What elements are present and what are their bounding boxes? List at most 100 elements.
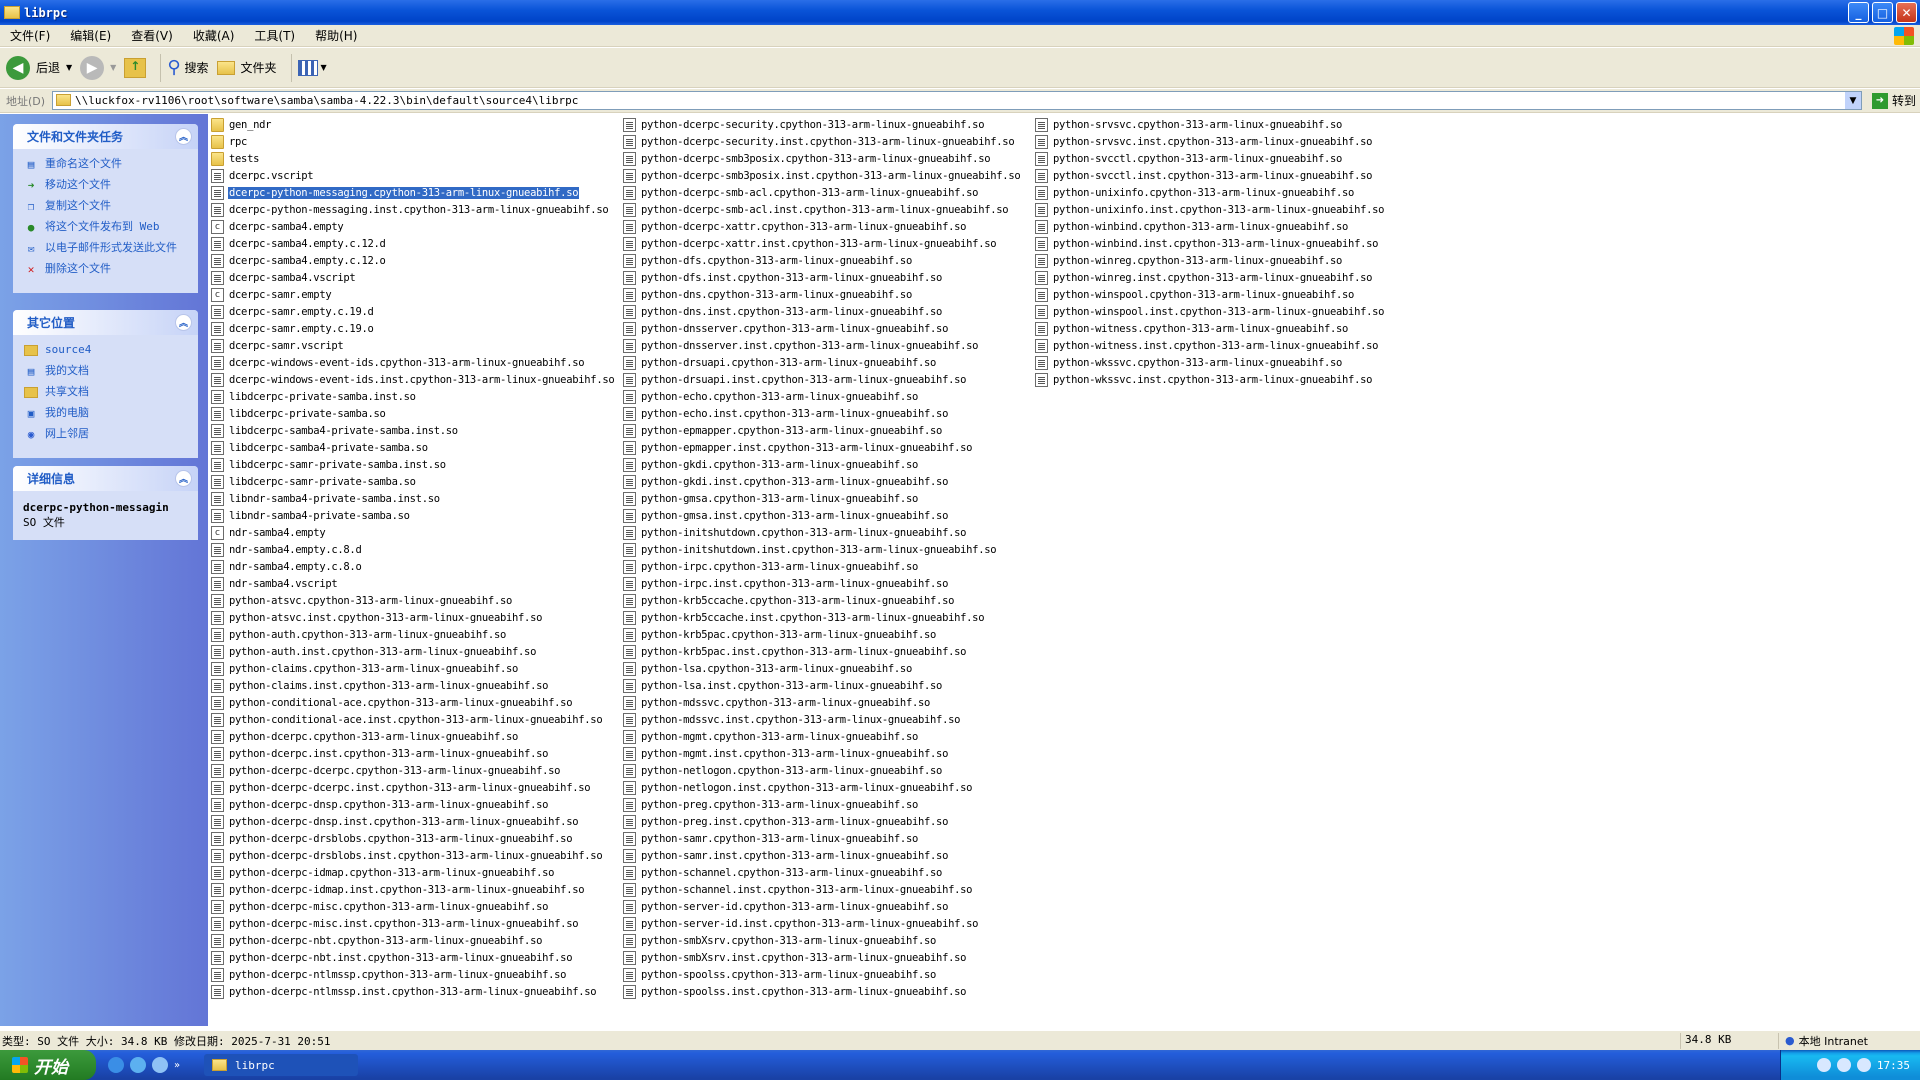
file-item[interactable]: python-gmsa.inst.cpython-313-arm-linux-g… [623, 507, 949, 524]
place-my-documents[interactable]: ▤ 我的文档 [23, 364, 188, 378]
file-item[interactable]: python-dcerpc-misc.inst.cpython-313-arm-… [211, 915, 579, 932]
place-network[interactable]: ◉ 网上邻居 [23, 427, 188, 441]
file-item[interactable]: python-conditional-ace.cpython-313-arm-l… [211, 694, 573, 711]
file-item[interactable]: dcerpc-samr.vscript [211, 337, 344, 354]
details-header[interactable]: 详细信息 ︽ [13, 466, 198, 491]
file-item[interactable]: python-krb5ccache.cpython-313-arm-linux-… [623, 592, 955, 609]
file-item[interactable]: python-gkdi.inst.cpython-313-arm-linux-g… [623, 473, 949, 490]
collapse-icon[interactable]: ︽ [175, 470, 192, 487]
file-item[interactable]: python-atsvc.inst.cpython-313-arm-linux-… [211, 609, 543, 626]
file-item[interactable]: c ndr-samba4.empty [211, 524, 326, 541]
forward-button[interactable]: ▶ ▼ [80, 55, 116, 80]
file-item[interactable]: python-unixinfo.inst.cpython-313-arm-lin… [1035, 201, 1385, 218]
file-item[interactable]: ndr-samba4.empty.c.8.o [211, 558, 362, 575]
file-item[interactable]: python-auth.cpython-313-arm-linux-gnueab… [211, 626, 507, 643]
maximize-button[interactable]: □ [1872, 2, 1893, 23]
file-item[interactable]: libdcerpc-samba4-private-samba.so [211, 439, 429, 456]
file-item[interactable]: c dcerpc-samba4.empty [211, 218, 344, 235]
file-item[interactable]: python-irpc.inst.cpython-313-arm-linux-g… [623, 575, 949, 592]
file-item[interactable]: python-dnsserver.inst.cpython-313-arm-li… [623, 337, 979, 354]
file-item[interactable]: python-srvsvc.cpython-313-arm-linux-gnue… [1035, 116, 1343, 133]
file-item[interactable]: python-server-id.inst.cpython-313-arm-li… [623, 915, 979, 932]
file-item[interactable]: libndr-samba4-private-samba.inst.so [211, 490, 441, 507]
file-item[interactable]: python-preg.cpython-313-arm-linux-gnueab… [623, 796, 919, 813]
tray-icon[interactable] [1836, 1058, 1851, 1072]
file-item[interactable]: python-gkdi.cpython-313-arm-linux-gnueab… [623, 456, 919, 473]
go-button[interactable]: ➜ 转到 [1871, 92, 1916, 109]
file-item[interactable]: python-spoolss.inst.cpython-313-arm-linu… [623, 983, 967, 1000]
publish-web-link[interactable]: ● 将这个文件发布到 Web [23, 220, 188, 234]
tray-icon[interactable] [1816, 1058, 1831, 1072]
file-item[interactable]: python-winspool.cpython-313-arm-linux-gn… [1035, 286, 1355, 303]
file-item[interactable]: python-drsuapi.inst.cpython-313-arm-linu… [623, 371, 967, 388]
move-file-link[interactable]: ➜ 移动这个文件 [23, 178, 188, 192]
file-item[interactable]: ndr-samba4.vscript [211, 575, 338, 592]
file-item[interactable]: python-dcerpc-misc.cpython-313-arm-linux… [211, 898, 549, 915]
file-item[interactable]: dcerpc-samba4.empty.c.12.o [211, 252, 387, 269]
file-item[interactable]: python-epmapper.cpython-313-arm-linux-gn… [623, 422, 943, 439]
file-item[interactable]: python-dcerpc-drsblobs.inst.cpython-313-… [211, 847, 603, 864]
file-item[interactable]: dcerpc-samba4.empty.c.12.d [211, 235, 387, 252]
file-item[interactable]: python-mgmt.inst.cpython-313-arm-linux-g… [623, 745, 949, 762]
file-item[interactable]: python-dcerpc-dnsp.inst.cpython-313-arm-… [211, 813, 579, 830]
chevron-down-icon[interactable]: ▼ [110, 63, 116, 72]
file-item[interactable]: libdcerpc-samr-private-samba.so [211, 473, 417, 490]
close-button[interactable]: ✕ [1896, 2, 1917, 23]
file-item[interactable]: python-witness.inst.cpython-313-arm-linu… [1035, 337, 1379, 354]
file-item[interactable]: python-dcerpc-ntlmssp.inst.cpython-313-a… [211, 983, 597, 1000]
place-shared-documents[interactable]: 共享文档 [23, 385, 188, 399]
file-tasks-header[interactable]: 文件和文件夹任务 ︽ [13, 124, 198, 149]
file-item[interactable]: python-winspool.inst.cpython-313-arm-lin… [1035, 303, 1385, 320]
file-item[interactable]: python-dcerpc-idmap.cpython-313-arm-linu… [211, 864, 555, 881]
file-item[interactable]: python-claims.cpython-313-arm-linux-gnue… [211, 660, 519, 677]
start-button[interactable]: 开始 [0, 1050, 96, 1080]
delete-file-link[interactable]: ✕ 删除这个文件 [23, 262, 188, 276]
file-item[interactable]: python-dcerpc-smb-acl.inst.cpython-313-a… [623, 201, 1009, 218]
file-item[interactable]: python-winbind.cpython-313-arm-linux-gnu… [1035, 218, 1349, 235]
rename-file-link[interactable]: ▤ 重命名这个文件 [23, 157, 188, 171]
folder-item[interactable]: rpc [211, 133, 248, 150]
menu-help[interactable]: 帮助(H) [305, 27, 367, 44]
file-item[interactable]: python-krb5pac.cpython-313-arm-linux-gnu… [623, 626, 937, 643]
taskbar-window-librpc[interactable]: librpc [204, 1054, 358, 1076]
file-item[interactable]: python-dcerpc.inst.cpython-313-arm-linux… [211, 745, 549, 762]
file-item[interactable]: python-dns.cpython-313-arm-linux-gnueabi… [623, 286, 913, 303]
back-button[interactable]: ◀ 后退 ▼ [6, 55, 72, 80]
file-item[interactable]: python-dfs.cpython-313-arm-linux-gnueabi… [623, 252, 913, 269]
file-item[interactable]: python-dcerpc-ntlmssp.cpython-313-arm-li… [211, 966, 567, 983]
clock[interactable]: 17:35 [1877, 1059, 1910, 1072]
file-item[interactable]: python-srvsvc.inst.cpython-313-arm-linux… [1035, 133, 1373, 150]
file-item[interactable]: python-dcerpc-dcerpc.cpython-313-arm-lin… [211, 762, 561, 779]
file-item[interactable]: python-krb5ccache.inst.cpython-313-arm-l… [623, 609, 985, 626]
menu-favorites[interactable]: 收藏(A) [183, 27, 245, 44]
menu-view[interactable]: 查看(V) [121, 27, 183, 44]
file-item[interactable]: python-krb5pac.inst.cpython-313-arm-linu… [623, 643, 967, 660]
file-item[interactable]: python-winreg.inst.cpython-313-arm-linux… [1035, 269, 1373, 286]
email-file-link[interactable]: ✉ 以电子邮件形式发送此文件 [23, 241, 188, 255]
media-icon[interactable] [152, 1057, 168, 1073]
file-item[interactable]: python-dcerpc-drsblobs.cpython-313-arm-l… [211, 830, 573, 847]
file-item[interactable]: python-conditional-ace.inst.cpython-313-… [211, 711, 603, 728]
file-item[interactable]: libdcerpc-samr-private-samba.inst.so [211, 456, 447, 473]
file-item[interactable]: python-server-id.cpython-313-arm-linux-g… [623, 898, 949, 915]
file-item[interactable]: python-netlogon.cpython-313-arm-linux-gn… [623, 762, 943, 779]
file-item[interactable]: c dcerpc-samr.empty [211, 286, 332, 303]
file-item[interactable]: python-dcerpc-security.cpython-313-arm-l… [623, 116, 985, 133]
file-item[interactable]: dcerpc-samba4.vscript [211, 269, 356, 286]
copy-file-link[interactable]: ❐ 复制这个文件 [23, 199, 188, 213]
file-item[interactable]: python-epmapper.inst.cpython-313-arm-lin… [623, 439, 973, 456]
file-item[interactable]: dcerpc-python-messaging.inst.cpython-313… [211, 201, 609, 218]
file-item[interactable]: dcerpc-windows-event-ids.inst.cpython-31… [211, 371, 615, 388]
file-item[interactable]: python-lsa.inst.cpython-313-arm-linux-gn… [623, 677, 943, 694]
other-places-header[interactable]: 其它位置 ︽ [13, 310, 198, 335]
tray-icon[interactable] [1856, 1058, 1871, 1072]
place-source4[interactable]: source4 [23, 343, 188, 357]
file-item[interactable]: python-irpc.cpython-313-arm-linux-gnueab… [623, 558, 919, 575]
file-item[interactable]: python-claims.inst.cpython-313-arm-linux… [211, 677, 549, 694]
folder-item[interactable]: gen_ndr [211, 116, 272, 133]
ie-icon[interactable] [130, 1057, 146, 1073]
file-item[interactable]: dcerpc-samr.empty.c.19.o [211, 320, 375, 337]
file-item[interactable]: python-witness.cpython-313-arm-linux-gnu… [1035, 320, 1349, 337]
collapse-icon[interactable]: ︽ [175, 128, 192, 145]
file-item[interactable]: python-winreg.cpython-313-arm-linux-gnue… [1035, 252, 1343, 269]
